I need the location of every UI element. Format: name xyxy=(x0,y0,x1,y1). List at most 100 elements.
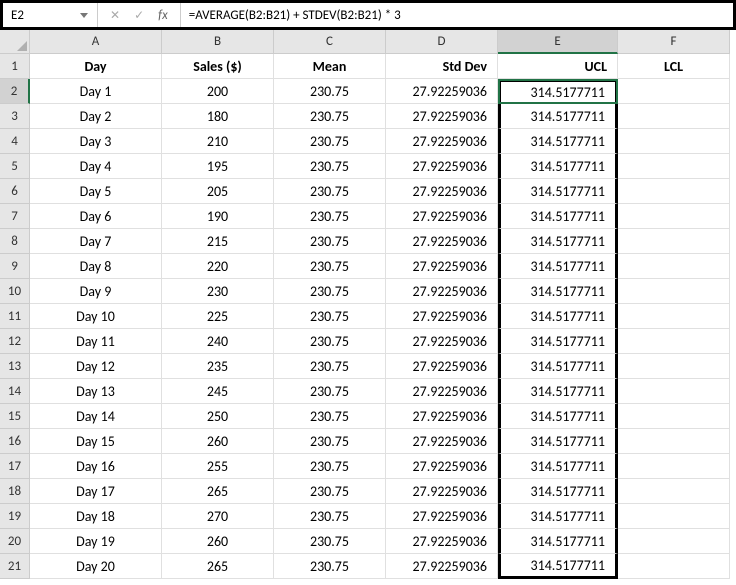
cell-C6[interactable]: 230.75 xyxy=(274,179,386,204)
cell-B8[interactable]: 215 xyxy=(162,229,274,254)
cell-E5[interactable]: 314.5177711 xyxy=(498,154,618,179)
cell-B21[interactable]: 265 xyxy=(162,554,274,579)
row-head-13[interactable]: 13 xyxy=(0,354,30,379)
cell-B5[interactable]: 195 xyxy=(162,154,274,179)
row-head-5[interactable]: 5 xyxy=(0,154,30,179)
cell-A11[interactable]: Day 10 xyxy=(30,304,162,329)
cell-D21[interactable]: 27.92259036 xyxy=(386,554,498,579)
cell-F15[interactable] xyxy=(618,404,730,429)
cell-F8[interactable] xyxy=(618,229,730,254)
row-head-12[interactable]: 12 xyxy=(0,329,30,354)
cell-E11[interactable]: 314.5177711 xyxy=(498,304,618,329)
cell-E2[interactable]: 314.5177711 xyxy=(498,79,618,104)
cell-E19[interactable]: 314.5177711 xyxy=(498,504,618,529)
cell-B15[interactable]: 250 xyxy=(162,404,274,429)
cell-B11[interactable]: 225 xyxy=(162,304,274,329)
cell-F20[interactable] xyxy=(618,529,730,554)
cell-A16[interactable]: Day 15 xyxy=(30,429,162,454)
cell-C5[interactable]: 230.75 xyxy=(274,154,386,179)
cell-D7[interactable]: 27.92259036 xyxy=(386,204,498,229)
row-head-9[interactable]: 9 xyxy=(0,254,30,279)
cell-F18[interactable] xyxy=(618,479,730,504)
cell-A3[interactable]: Day 2 xyxy=(30,104,162,129)
cell-C19[interactable]: 230.75 xyxy=(274,504,386,529)
cell-A15[interactable]: Day 14 xyxy=(30,404,162,429)
enter-icon[interactable]: ✓ xyxy=(134,8,144,23)
header-cell-A[interactable]: Day xyxy=(30,54,162,79)
cell-C12[interactable]: 230.75 xyxy=(274,329,386,354)
cell-B2[interactable]: 200 xyxy=(162,79,274,104)
cell-B10[interactable]: 230 xyxy=(162,279,274,304)
row-head-18[interactable]: 18 xyxy=(0,479,30,504)
row-head-17[interactable]: 17 xyxy=(0,454,30,479)
cell-A2[interactable]: Day 1 xyxy=(30,79,162,104)
cell-C4[interactable]: 230.75 xyxy=(274,129,386,154)
cell-F9[interactable] xyxy=(618,254,730,279)
select-all-corner[interactable] xyxy=(0,30,30,54)
cell-B19[interactable]: 270 xyxy=(162,504,274,529)
cell-D5[interactable]: 27.92259036 xyxy=(386,154,498,179)
cell-E12[interactable]: 314.5177711 xyxy=(498,329,618,354)
row-head-16[interactable]: 16 xyxy=(0,429,30,454)
cell-C15[interactable]: 230.75 xyxy=(274,404,386,429)
cell-C2[interactable]: 230.75 xyxy=(274,79,386,104)
cell-D11[interactable]: 27.92259036 xyxy=(386,304,498,329)
row-head-3[interactable]: 3 xyxy=(0,104,30,129)
cell-A13[interactable]: Day 12 xyxy=(30,354,162,379)
cell-C8[interactable]: 230.75 xyxy=(274,229,386,254)
cell-B7[interactable]: 190 xyxy=(162,204,274,229)
cell-C17[interactable]: 230.75 xyxy=(274,454,386,479)
cell-D9[interactable]: 27.92259036 xyxy=(386,254,498,279)
cell-B18[interactable]: 265 xyxy=(162,479,274,504)
cell-E15[interactable]: 314.5177711 xyxy=(498,404,618,429)
cell-C14[interactable]: 230.75 xyxy=(274,379,386,404)
header-cell-E[interactable]: UCL xyxy=(498,54,618,79)
cell-D14[interactable]: 27.92259036 xyxy=(386,379,498,404)
row-head-15[interactable]: 15 xyxy=(0,404,30,429)
cell-E8[interactable]: 314.5177711 xyxy=(498,229,618,254)
row-head-21[interactable]: 21 xyxy=(0,554,30,579)
header-cell-C[interactable]: Mean xyxy=(274,54,386,79)
cell-B3[interactable]: 180 xyxy=(162,104,274,129)
cell-D16[interactable]: 27.92259036 xyxy=(386,429,498,454)
cell-B9[interactable]: 220 xyxy=(162,254,274,279)
cell-A17[interactable]: Day 16 xyxy=(30,454,162,479)
row-head-1[interactable]: 1 xyxy=(0,54,30,79)
cell-D13[interactable]: 27.92259036 xyxy=(386,354,498,379)
cell-A19[interactable]: Day 18 xyxy=(30,504,162,529)
col-head-C[interactable]: C xyxy=(274,30,386,54)
cell-F6[interactable] xyxy=(618,179,730,204)
name-box-dropdown-icon[interactable] xyxy=(79,10,89,20)
cell-C20[interactable]: 230.75 xyxy=(274,529,386,554)
cell-E6[interactable]: 314.5177711 xyxy=(498,179,618,204)
row-head-10[interactable]: 10 xyxy=(0,279,30,304)
col-head-F[interactable]: F xyxy=(618,30,730,54)
formula-input[interactable]: =AVERAGE(B2:B21) + STDEV(B2:B21) * 3 xyxy=(181,3,733,27)
header-cell-D[interactable]: Std Dev xyxy=(386,54,498,79)
cell-F2[interactable] xyxy=(618,79,730,104)
header-cell-B[interactable]: Sales ($) xyxy=(162,54,274,79)
cell-D20[interactable]: 27.92259036 xyxy=(386,529,498,554)
cell-B6[interactable]: 205 xyxy=(162,179,274,204)
col-head-B[interactable]: B xyxy=(162,30,274,54)
cell-D12[interactable]: 27.92259036 xyxy=(386,329,498,354)
row-head-19[interactable]: 19 xyxy=(0,504,30,529)
cell-C13[interactable]: 230.75 xyxy=(274,354,386,379)
cell-C11[interactable]: 230.75 xyxy=(274,304,386,329)
cell-A7[interactable]: Day 6 xyxy=(30,204,162,229)
cell-F14[interactable] xyxy=(618,379,730,404)
cell-C18[interactable]: 230.75 xyxy=(274,479,386,504)
row-head-7[interactable]: 7 xyxy=(0,204,30,229)
cell-F16[interactable] xyxy=(618,429,730,454)
cell-D18[interactable]: 27.92259036 xyxy=(386,479,498,504)
col-head-E[interactable]: E xyxy=(498,30,618,54)
cell-C10[interactable]: 230.75 xyxy=(274,279,386,304)
cell-F3[interactable] xyxy=(618,104,730,129)
cell-C21[interactable]: 230.75 xyxy=(274,554,386,579)
cell-E4[interactable]: 314.5177711 xyxy=(498,129,618,154)
cell-B16[interactable]: 260 xyxy=(162,429,274,454)
col-head-D[interactable]: D xyxy=(386,30,498,54)
cell-E13[interactable]: 314.5177711 xyxy=(498,354,618,379)
cell-F10[interactable] xyxy=(618,279,730,304)
cell-B12[interactable]: 240 xyxy=(162,329,274,354)
